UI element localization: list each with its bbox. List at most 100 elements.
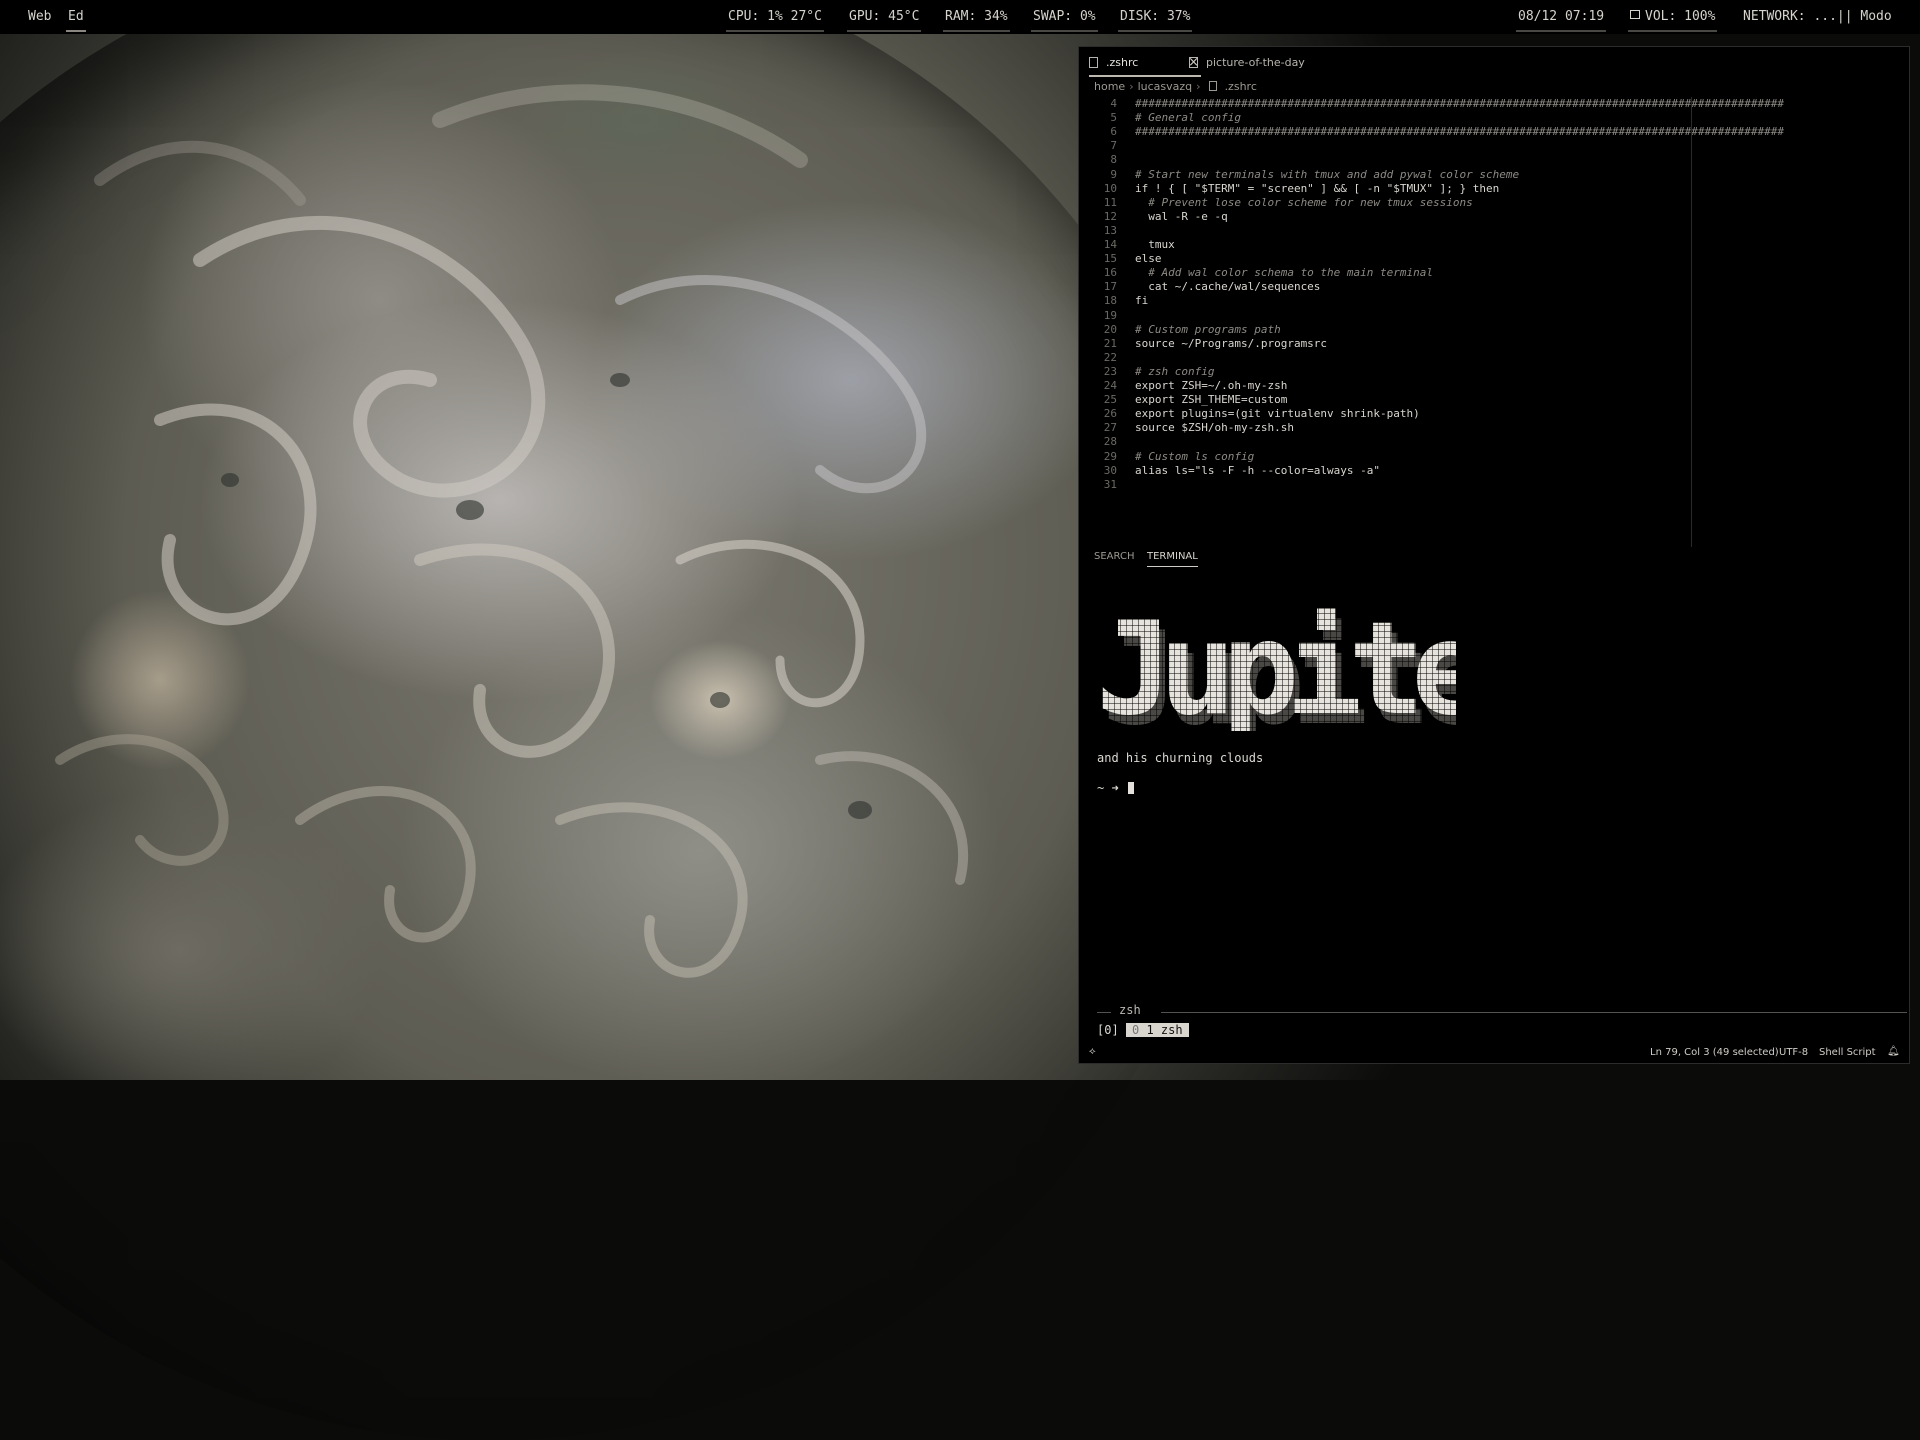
tmux-window-label: 1 zsh [1146, 1023, 1183, 1037]
line-number: 8 [1110, 153, 1117, 167]
breadcrumb-user[interactable]: lucasvazq [1138, 80, 1193, 93]
language-mode[interactable]: Shell Script [1819, 1047, 1876, 1058]
code-text: export ZSH_THEME=custom [1135, 393, 1288, 407]
tmux-session-name: [0] [1097, 1023, 1119, 1037]
gpu-indicator: GPU: 45°C [847, 9, 922, 32]
line-number: 6 [1110, 125, 1117, 139]
code-view[interactable]: 4 #######################################… [1079, 97, 1784, 545]
editor-tab-bar: .zshrc × picture-of-the-day [1079, 47, 1909, 77]
line-number: 12 [1103, 209, 1117, 223]
breadcrumb: home › lucasvazq › .zshrc [1094, 78, 1257, 94]
code-text: # Start new terminals with tmux and add … [1135, 167, 1520, 181]
line-number: 24 [1103, 379, 1117, 392]
jupiter-clouds-image [55, 84, 969, 978]
code-text: wal -R -e -q [1135, 209, 1228, 223]
panel-tab-bar: SEARCH TERMINAL [1079, 547, 1909, 569]
tmux-pane-border [1097, 1012, 1907, 1013]
file-icon [1208, 81, 1217, 91]
code-text: fi [1135, 294, 1149, 308]
line-number: 22 [1103, 350, 1117, 364]
code-text: # zsh config [1135, 364, 1215, 378]
tab-zshrc[interactable]: .zshrc × [1089, 47, 1201, 77]
line-number: 4 [1110, 97, 1117, 110]
tab-label: .zshrc [1106, 55, 1139, 69]
volume-label: VOL: 100% [1645, 9, 1716, 24]
code-text: # Prevent lose color scheme for new tmux… [1135, 195, 1473, 209]
line-number: 25 [1103, 393, 1117, 407]
code-text: # Add wal color schema to the main termi… [1135, 266, 1434, 280]
tab-terminal[interactable]: TERMINAL [1147, 551, 1198, 567]
code-text: export ZSH=~/.oh-my-zsh [1135, 379, 1288, 392]
code-text: ########################################… [1135, 125, 1785, 139]
line-number: 11 [1103, 195, 1117, 209]
breadcrumb-file[interactable]: .zshrc [1225, 80, 1257, 93]
chevron-right-icon: › [1129, 79, 1134, 93]
terminal-panel[interactable]: Jupiter Jupiter and his churning clouds … [1079, 571, 1909, 1041]
line-number: 17 [1103, 280, 1117, 294]
prompt-symbol: ~ ➜ [1097, 781, 1119, 795]
line-number: 18 [1103, 294, 1117, 308]
workspace-web[interactable]: Web [26, 9, 53, 30]
file-encoding[interactable]: UTF-8 [1779, 1047, 1808, 1058]
tab-picture-of-the-day[interactable]: picture-of-the-day [1189, 47, 1329, 77]
terminal-output-line: and his churning clouds [1097, 751, 1264, 765]
code-text: # Custom programs path [1135, 322, 1281, 336]
line-number: 16 [1103, 266, 1117, 280]
bell-icon[interactable]: 🔔︎ [1887, 1046, 1900, 1057]
top-status-bar: Web Ed CPU: 1% 27°C GPU: 45°C RAM: 34% S… [0, 0, 1920, 34]
line-number: 19 [1103, 308, 1117, 322]
file-icon [1089, 56, 1098, 68]
line-number: 27 [1103, 421, 1117, 435]
cursor-position[interactable]: Ln 79, Col 3 (49 selected) [1650, 1047, 1779, 1058]
line-number: 10 [1103, 181, 1117, 195]
line-number: 13 [1103, 223, 1117, 237]
code-text: # General config [1135, 111, 1241, 125]
line-number: 5 [1110, 111, 1117, 125]
line-number: 28 [1103, 435, 1117, 449]
code-text: cat ~/.cache/wal/sequences [1135, 280, 1321, 294]
line-number: 29 [1103, 449, 1117, 463]
code-text: source $ZSH/oh-my-zsh.sh [1135, 421, 1294, 435]
disk-indicator: DISK: 37% [1118, 9, 1193, 32]
cpu-indicator: CPU: 1% 27°C [726, 9, 824, 32]
speaker-icon [1630, 10, 1640, 19]
clock: 08/12 07:19 [1516, 9, 1607, 32]
terminal-banner-art: Jupiter Jupiter [1096, 601, 1456, 731]
code-text: else [1135, 252, 1162, 266]
breadcrumb-home[interactable]: home [1094, 80, 1125, 93]
tab-search[interactable]: SEARCH [1094, 551, 1134, 562]
tmux-window-tab[interactable]: 0 1 zsh [1126, 1023, 1189, 1037]
source-control-icon[interactable]: ⟡ [1089, 1046, 1096, 1057]
code-text: source ~/Programs/.programsrc [1135, 336, 1328, 350]
line-number: 26 [1103, 407, 1117, 421]
line-number: 14 [1103, 238, 1117, 251]
minimap-divider [1691, 97, 1692, 547]
code-text: if ! { [ "$TERM" = "screen" ] && [ -n "$… [1135, 181, 1500, 195]
text-cursor [1127, 782, 1134, 794]
chevron-right-icon: › [1196, 79, 1201, 93]
code-editor-window: .zshrc × picture-of-the-day home › lucas… [1078, 46, 1910, 1064]
tab-label: picture-of-the-day [1206, 55, 1305, 69]
line-number: 15 [1103, 252, 1117, 266]
code-text: # Custom ls config [1135, 449, 1255, 463]
network-indicator[interactable]: NETWORK: ...|| Modo [1741, 9, 1894, 30]
code-text: alias ls="ls -F -h --color=always -a" [1135, 463, 1381, 477]
volume-indicator[interactable]: VOL: 100% [1628, 9, 1718, 32]
file-icon [1189, 56, 1198, 68]
line-number: 30 [1103, 463, 1117, 477]
line-number: 7 [1110, 139, 1117, 153]
line-number: 9 [1110, 167, 1117, 181]
banner-text: Jupiter [1096, 601, 1456, 731]
swap-indicator: SWAP: 0% [1031, 9, 1098, 32]
code-text: tmux [1135, 238, 1175, 251]
code-text: export plugins=(git virtualenv shrink-pa… [1135, 407, 1420, 421]
line-number: 21 [1103, 336, 1117, 350]
line-number: 31 [1103, 477, 1117, 491]
editor-status-bar: ⟡ Ln 79, Col 3 (49 selected) UTF-8 Shell… [1079, 1043, 1909, 1063]
ram-indicator: RAM: 34% [943, 9, 1010, 32]
tmux-window-index: 0 [1132, 1023, 1140, 1037]
workspace-ed[interactable]: Ed [66, 9, 86, 32]
line-number: 23 [1103, 364, 1117, 378]
shell-prompt[interactable]: ~ ➜ [1097, 781, 1134, 795]
tmux-pane-title: zsh [1119, 1003, 1141, 1017]
